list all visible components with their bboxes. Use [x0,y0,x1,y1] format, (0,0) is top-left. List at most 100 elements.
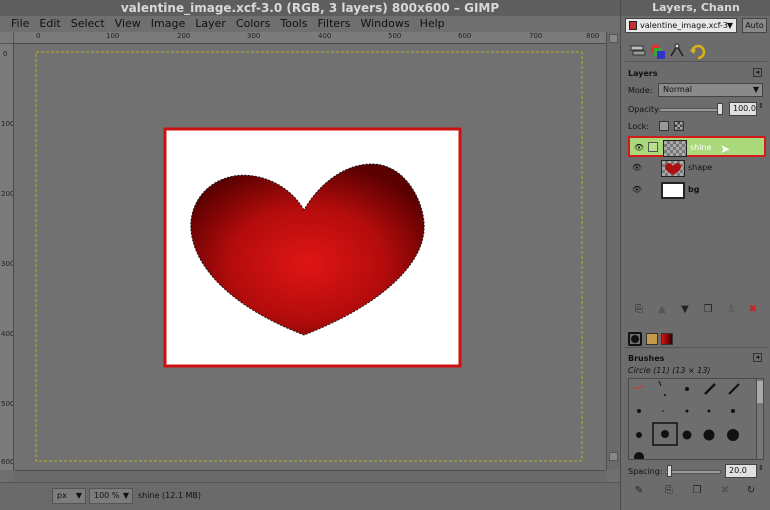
tab-patterns[interactable] [646,333,658,345]
spacing-label: Spacing: [628,467,663,476]
delete-brush-icon[interactable]: ✖ [718,484,732,498]
opacity-slider-handle[interactable] [717,103,723,115]
duplicate-layer-icon[interactable]: ❐ [701,303,715,317]
spacing-slider-handle[interactable] [667,465,672,477]
panel-menu-icon[interactable]: ◂ [753,353,762,362]
brushes-panel-title: Brushes [628,354,665,363]
gimp-screen: valentine_image.xcf-3.0 (RGB, 3 layers) … [0,0,770,510]
zoom-select[interactable]: 100 % ▼ [89,488,133,504]
horizontal-ruler[interactable]: 0 100 200 300 400 500 600 700 800 [14,32,606,44]
hruler-tick: 600 [458,32,472,40]
layer-thumbnail [661,182,685,199]
duplicate-brush-icon[interactable]: ❐ [690,484,704,498]
hruler-tick: 500 [388,32,402,40]
vscroll-bottom-button[interactable] [609,452,618,461]
chain-toggle[interactable] [648,142,658,152]
menu-colors[interactable]: Colors [231,16,275,32]
edit-brush-icon[interactable]: ✎ [632,484,646,498]
dock-tabs [625,40,767,62]
menu-view[interactable]: View [110,16,146,32]
dock-title: Layers, Chann [621,0,770,16]
delete-layer-icon[interactable]: ✖ [746,303,760,317]
refresh-brushes-icon[interactable]: ↻ [744,484,758,498]
spacing-field[interactable]: 20.0 [725,464,757,478]
opacity-label: Opacity: [628,105,661,114]
menu-windows[interactable]: Windows [355,16,414,32]
spin-arrows-icon[interactable]: ⇕ [758,464,764,472]
new-brush-icon[interactable]: ⎘ [662,484,676,498]
mode-value: Normal [663,85,692,94]
menu-filters[interactable]: Filters [312,16,355,32]
tab-undo-history[interactable] [689,42,707,60]
eye-icon[interactable]: 👁 [631,185,643,195]
tab-brushes[interactable] [628,332,642,346]
menu-edit[interactable]: Edit [34,16,65,32]
layers-panel-title: Layers [628,69,658,78]
auto-button[interactable]: Auto [742,18,767,33]
layer-row-bg[interactable]: 👁 bg [628,180,766,201]
unit-value: px [57,491,67,500]
window-title: valentine_image.xcf-3.0 (RGB, 3 layers) … [0,0,620,16]
lock-alpha-checkbox[interactable] [674,121,684,131]
layer-name[interactable]: shine [690,143,711,152]
lower-layer-icon[interactable]: ▼ [678,303,692,317]
anchor-layer-icon[interactable]: ⚓ [724,303,738,317]
eye-icon[interactable]: 👁 [631,163,643,173]
hruler-tick: 800 [586,32,600,40]
layer-row-shape[interactable]: 👁 shape [628,158,766,179]
image-thumb-icon [629,21,637,30]
tab-layers[interactable] [629,42,647,60]
layers-dock: Layers, Chann valentine_image.xcf-3 ▼ Au… [620,0,770,510]
menu-image[interactable]: Image [146,16,190,32]
vruler-tick: 0 [3,50,8,58]
hruler-tick: 100 [106,32,120,40]
canvas-area[interactable] [14,44,606,470]
layer-thumbnail [663,140,687,157]
eye-icon[interactable]: 👁 [633,143,645,153]
mode-select[interactable]: Normal ▼ [658,83,763,97]
canvas-svg[interactable] [14,44,606,470]
vscroll-top-button[interactable] [609,34,618,43]
menu-tools[interactable]: Tools [275,16,312,32]
vruler-tick: 200 [1,190,14,198]
hruler-tick: 300 [247,32,261,40]
tab-channels[interactable] [649,42,667,60]
layer-list[interactable]: 👁 shine ➤ 👁 shape 👁 bg [628,133,766,298]
zoom-value: 100 % [94,491,120,500]
menu-help[interactable]: Help [415,16,450,32]
chevron-down-icon: ▼ [122,491,129,500]
tab-paths[interactable] [669,42,687,60]
cursor-arrow-icon: ➤ [720,142,731,156]
opacity-field[interactable]: 100.0 [729,102,757,116]
unit-select[interactable]: px ▼ [52,488,86,504]
chevron-down-icon: ▼ [726,21,733,30]
vertical-scrollbar[interactable] [606,32,620,470]
hruler-tick: 700 [529,32,543,40]
spin-arrows-icon[interactable]: ⇕ [758,102,764,110]
opacity-slider[interactable] [659,108,723,112]
lock-pixels-checkbox[interactable] [659,121,669,131]
layer-name[interactable]: shape [688,163,712,172]
vertical-ruler[interactable]: 0 100 200 300 400 500 600 [0,44,14,470]
brush-grid[interactable] [628,378,758,462]
tab-gradients[interactable] [661,333,673,345]
brush-scrollbar-thumb[interactable] [757,381,763,403]
menu-layer[interactable]: Layer [190,16,231,32]
layer-name[interactable]: bg [688,185,699,194]
vruler-tick: 600 [1,458,14,466]
layer-row-shine[interactable]: 👁 shine ➤ [628,136,766,157]
horizontal-scrollbar[interactable] [14,470,606,482]
menu-select[interactable]: Select [66,16,110,32]
vruler-tick: 100 [1,120,14,128]
panel-menu-icon[interactable]: ◂ [753,68,762,77]
menu-file[interactable]: File [6,16,34,32]
brush-scrollbar[interactable] [756,378,764,460]
new-layer-icon[interactable]: ⎘ [632,303,646,317]
spacing-slider[interactable] [665,470,721,474]
raise-layer-icon[interactable]: ▲ [655,303,669,317]
hruler-tick: 400 [318,32,332,40]
ruler-corner[interactable] [0,32,14,44]
layer-thumbnail [661,160,685,177]
image-selector[interactable]: valentine_image.xcf-3 ▼ [625,18,737,33]
chevron-down-icon: ▼ [752,85,759,94]
